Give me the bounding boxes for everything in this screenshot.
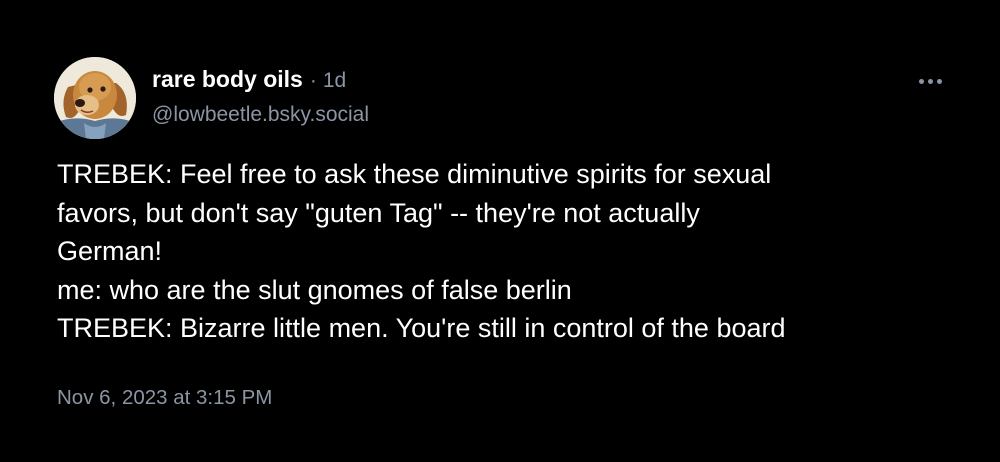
dog-avatar-icon <box>54 57 136 139</box>
author-row: rare body oils · 1d <box>152 66 346 96</box>
author-display-name[interactable]: rare body oils <box>152 66 303 93</box>
meta-separator: · <box>309 69 317 92</box>
more-options-button[interactable] <box>904 66 956 96</box>
post-text-line: TREBEK: Feel free to ask these diminutiv… <box>57 159 772 189</box>
post-text-line: favors, but don't say "guten Tag" -- the… <box>57 197 700 228</box>
post-card: rare body oils · 1d @lowbeetle.bsky.soci… <box>0 0 1000 462</box>
post-text-line: TREBEK: Bizarre little men. You're still… <box>57 313 786 343</box>
post-timestamp[interactable]: Nov 6, 2023 at 3:15 PM <box>57 386 272 410</box>
post-text: TREBEK: Feel free to ask these diminutiv… <box>57 155 957 348</box>
avatar[interactable] <box>54 57 136 139</box>
author-handle[interactable]: @lowbeetle.bsky.social <box>152 103 369 127</box>
ellipsis-icon <box>918 78 942 84</box>
post-text-line: me: who are the slut gnomes of false ber… <box>57 274 572 305</box>
post-text-line: German! <box>57 236 163 266</box>
post-age[interactable]: 1d <box>323 69 346 93</box>
